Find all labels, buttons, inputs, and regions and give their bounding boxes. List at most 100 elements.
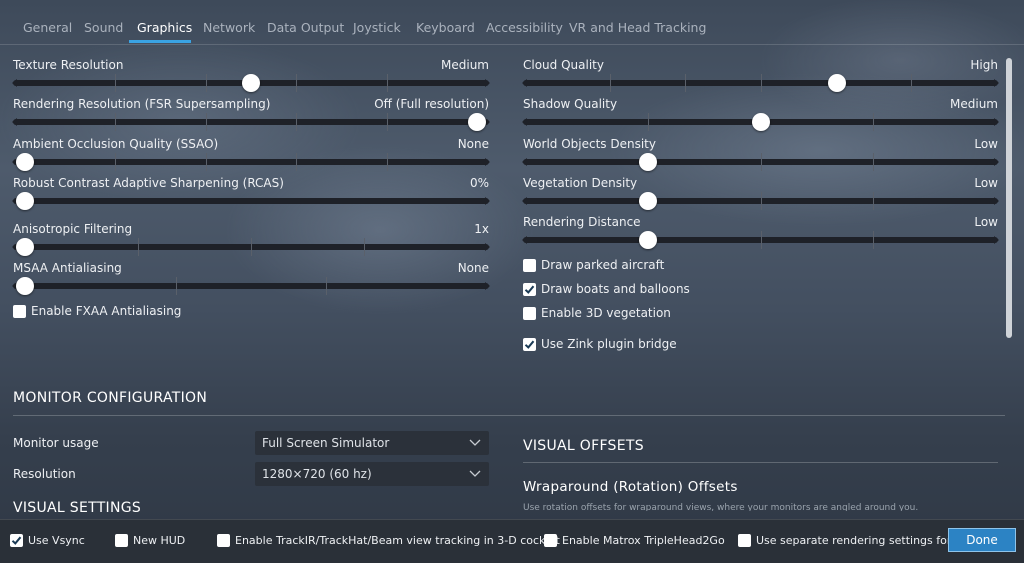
tab-general[interactable]: General: [23, 20, 72, 35]
ambient-occlusion-quality-ssao-slider[interactable]: [12, 153, 490, 171]
rendering-resolution-fsr-supersampling-value: Off (Full resolution): [374, 97, 489, 111]
slider-tick: [138, 238, 139, 256]
enable-fxaa-checkbox[interactable]: Enable FXAA Antialiasing: [13, 304, 181, 318]
checkbox-label: Enable Matrox TripleHead2Go: [562, 534, 725, 547]
checkbox-label: Draw boats and balloons: [541, 282, 690, 296]
cloud-quality-label: Cloud Quality: [523, 58, 604, 72]
shadow-quality-value: Medium: [950, 97, 998, 111]
new-hud-checkbox[interactable]: New HUD: [115, 534, 185, 547]
slider-right-arrow-icon: [485, 243, 490, 251]
scrollbar-thumb[interactable]: [1006, 58, 1012, 338]
slider-thumb[interactable]: [468, 113, 486, 131]
texture-resolution-slider[interactable]: [12, 74, 490, 92]
slider-thumb[interactable]: [242, 74, 260, 92]
enable-3d-vegetation-checkbox[interactable]: Enable 3D vegetation: [523, 306, 671, 320]
msaa-antialiasing-slider[interactable]: [12, 277, 490, 295]
use-vsync-checkbox[interactable]: Use Vsync: [10, 534, 85, 547]
slider-left-arrow-icon: [12, 79, 17, 87]
checkbox-box: [544, 534, 557, 547]
tab-keyboard[interactable]: Keyboard: [416, 20, 475, 35]
checkbox-label: Use separate rendering settings for VR: [756, 534, 971, 547]
ambient-occlusion-quality-ssao-label: Ambient Occlusion Quality (SSAO): [13, 137, 219, 151]
checkbox-label: Draw parked aircraft: [541, 258, 665, 272]
slider-tick: [326, 277, 328, 295]
tab-vr-and-head-tracking[interactable]: VR and Head Tracking: [569, 20, 706, 35]
monitor-usage-label: Monitor usage: [13, 436, 99, 450]
slider-tick: [251, 238, 252, 256]
slider-tick: [910, 74, 912, 92]
slider-tick: [205, 113, 207, 131]
slider-tick: [175, 277, 177, 295]
tab-joystick[interactable]: Joystick: [353, 20, 401, 35]
resolution-dropdown[interactable]: 1280×720 (60 hz): [255, 462, 489, 486]
monitor-usage-dropdown[interactable]: Full Screen Simulator: [255, 431, 489, 455]
tab-sound[interactable]: Sound: [84, 20, 123, 35]
rendering-distance-slider[interactable]: [522, 231, 999, 249]
active-tab-indicator: [129, 40, 191, 43]
cloud-quality-slider[interactable]: [522, 74, 999, 92]
shadow-quality-slider[interactable]: [522, 113, 999, 131]
draw-parked-aircraft-checkbox[interactable]: Draw parked aircraft: [523, 258, 664, 272]
visual-offsets-heading: VISUAL OFFSETS: [523, 438, 644, 454]
slider-thumb[interactable]: [638, 231, 657, 249]
section-divider: [13, 415, 1005, 416]
world-objects-density-slider[interactable]: [522, 153, 999, 171]
tab-network[interactable]: Network: [203, 20, 255, 35]
tab-bar: General Sound Graphics Network Data Outp…: [0, 0, 1024, 45]
slider-tick: [205, 74, 207, 92]
anisotropic-filtering-slider[interactable]: [12, 238, 490, 256]
slider-tick: [115, 74, 117, 92]
vegetation-density-value: Low: [974, 176, 998, 190]
slider-thumb[interactable]: [638, 153, 657, 171]
slider-tick: [610, 74, 612, 92]
draw-boats-and-balloons-checkbox[interactable]: Draw boats and balloons: [523, 282, 690, 296]
slider-tick: [296, 153, 298, 171]
enable-trackir-checkbox[interactable]: Enable TrackIR/TrackHat/Beam view tracki…: [217, 534, 560, 547]
separate-vr-rendering-checkbox[interactable]: Use separate rendering settings for VR: [738, 534, 970, 547]
slider-tick: [296, 113, 298, 131]
slider-tick: [115, 113, 117, 131]
slider-thumb[interactable]: [828, 74, 847, 92]
world-objects-density-value: Low: [974, 137, 998, 151]
rendering-resolution-fsr-supersampling-label: Rendering Resolution (FSR Supersampling): [13, 97, 271, 111]
slider-track: [13, 159, 489, 165]
done-button[interactable]: Done: [948, 528, 1016, 552]
checkbox-label: Enable FXAA Antialiasing: [31, 304, 182, 318]
slider-thumb[interactable]: [16, 277, 34, 295]
slider-tick: [205, 153, 207, 171]
resolution-label: Resolution: [13, 467, 76, 481]
rendering-resolution-fsr-supersampling-slider[interactable]: [12, 113, 490, 131]
tab-accessibility[interactable]: Accessibility: [486, 20, 563, 35]
texture-resolution-label: Texture Resolution: [13, 58, 124, 72]
slider-right-arrow-icon: [994, 197, 999, 205]
section-divider: [523, 462, 998, 463]
chevron-down-icon: [469, 470, 481, 477]
slider-thumb[interactable]: [16, 192, 34, 210]
tab-data-output[interactable]: Data Output: [267, 20, 344, 35]
slider-track: [13, 198, 489, 204]
slider-right-arrow-icon: [994, 236, 999, 244]
slider-left-arrow-icon: [522, 197, 527, 205]
robust-contrast-adaptive-sharpening-rcas-label: Robust Contrast Adaptive Sharpening (RCA…: [13, 176, 284, 190]
slider-tick: [386, 113, 388, 131]
msaa-antialiasing-value: None: [457, 261, 489, 275]
slider-track: [13, 283, 489, 289]
slider-thumb[interactable]: [16, 153, 34, 171]
slider-track: [13, 119, 489, 125]
use-zink-plugin-bridge-checkbox[interactable]: Use Zink plugin bridge: [523, 337, 677, 351]
slider-left-arrow-icon: [522, 236, 527, 244]
checkbox-box: [523, 306, 536, 320]
slider-thumb[interactable]: [16, 238, 34, 256]
vegetation-density-slider[interactable]: [522, 192, 999, 210]
msaa-antialiasing-label: MSAA Antialiasing: [13, 261, 122, 275]
slider-right-arrow-icon: [485, 158, 490, 166]
tab-graphics[interactable]: Graphics: [137, 20, 192, 35]
robust-contrast-adaptive-sharpening-rcas-slider[interactable]: [12, 192, 490, 210]
checkmark-icon: [524, 285, 535, 294]
slider-thumb[interactable]: [751, 113, 770, 131]
slider-tick: [873, 113, 875, 131]
wraparound-offsets-subheading: Wraparound (Rotation) Offsets: [523, 479, 738, 495]
enable-matrox-triplehead-checkbox[interactable]: Enable Matrox TripleHead2Go: [544, 534, 725, 547]
slider-thumb[interactable]: [638, 192, 657, 210]
monitor-usage-value: Full Screen Simulator: [262, 436, 390, 450]
